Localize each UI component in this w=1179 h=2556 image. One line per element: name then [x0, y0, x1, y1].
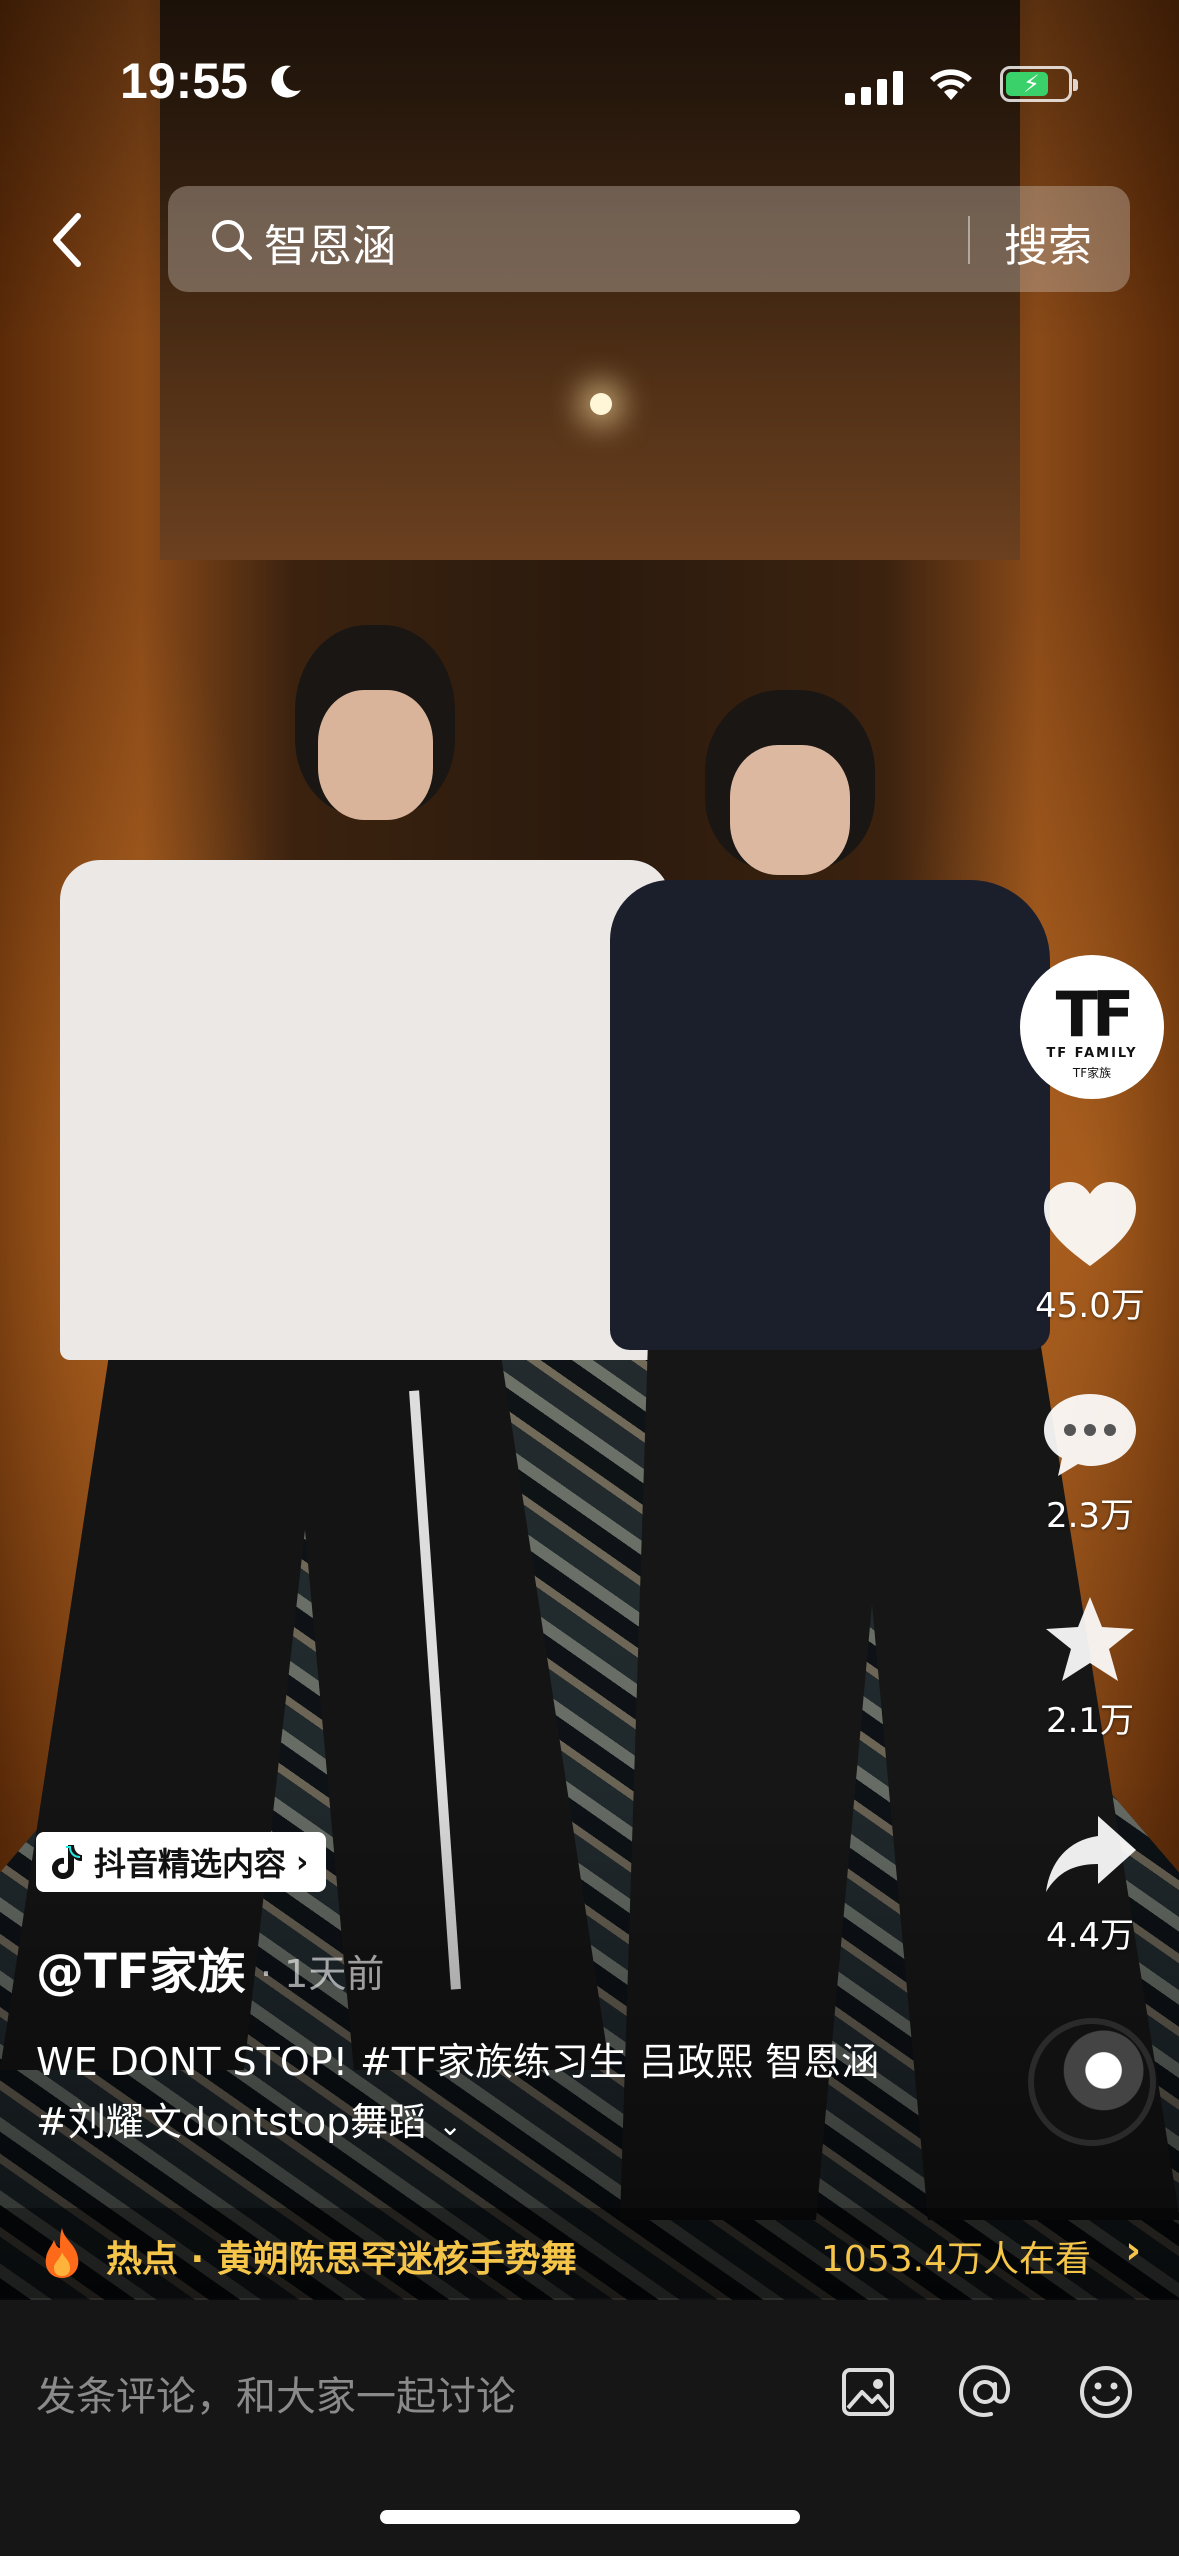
avatar-logo-sub-cn: TF家族: [1072, 1066, 1112, 1080]
avatar-logo-sub-en: TF FAMILY: [1046, 1046, 1138, 1061]
status-bar: 19:55 ⚡: [0, 0, 1179, 170]
post-time: · 1天前: [260, 1952, 385, 1996]
charging-bolt-icon: ⚡: [1023, 70, 1040, 98]
search-bar[interactable]: 智恩涵 搜索: [168, 186, 1130, 292]
favorite-button[interactable]: 2.1万: [1010, 1595, 1170, 1742]
ceiling-light: [590, 393, 612, 415]
search-icon: [212, 220, 252, 260]
douyin-logo-icon: [52, 1845, 82, 1879]
cellular-signal-icon: [845, 67, 903, 105]
search-divider: [968, 216, 970, 264]
viewer-count: 1053.4万人在看: [821, 2239, 1091, 2280]
share-count: 4.4万: [1045, 1916, 1135, 1956]
featured-badge-label: 抖音精选内容: [94, 1845, 287, 1883]
home-indicator[interactable]: [380, 2510, 800, 2524]
music-disc[interactable]: [1028, 2018, 1156, 2146]
favorite-count: 2.1万: [1045, 1701, 1135, 1741]
expand-chevron-icon[interactable]: ⌄: [438, 2109, 461, 2142]
heart-icon: [1044, 1182, 1136, 1266]
dancer-right-face: [730, 745, 850, 875]
chevron-left-icon[interactable]: [44, 210, 94, 270]
battery-icon: ⚡: [1000, 66, 1078, 102]
dancer-right-shirt: [610, 880, 1050, 1350]
avatar-logo: TF: [1055, 978, 1135, 1051]
search-input[interactable]: 智恩涵: [264, 210, 396, 274]
comment-button[interactable]: 2.3万: [1010, 1390, 1170, 1537]
like-button[interactable]: 45.0万: [1010, 1180, 1170, 1327]
comment-count: 2.3万: [1045, 1496, 1135, 1536]
chevron-right-icon: ›: [1125, 2228, 1141, 2272]
dancer-left-shirt: [60, 860, 670, 1360]
flame-icon: [45, 2228, 79, 2278]
share-button[interactable]: 4.4万: [1010, 1810, 1170, 1957]
status-time: 19:55: [120, 53, 248, 109]
image-icon[interactable]: [838, 2362, 898, 2422]
share-arrow-icon: [1046, 1816, 1136, 1892]
chat-bubble-icon: [1044, 1394, 1136, 1476]
author-avatar[interactable]: TF TF FAMILY TF家族: [1020, 955, 1164, 1099]
star-icon: [1046, 1597, 1134, 1681]
hot-topic-banner[interactable]: 热点 · 黄朔陈思罕迷核手势舞 1053.4万人在看 ›: [0, 2208, 1179, 2298]
chevron-right-icon: ›: [296, 1844, 309, 1880]
featured-badge[interactable]: 抖音精选内容 ›: [36, 1832, 327, 1892]
hot-topic-text: 热点 · 黄朔陈思罕迷核手势舞: [106, 2239, 577, 2280]
at-icon[interactable]: [955, 2362, 1015, 2422]
dancer-left-face: [318, 690, 433, 820]
author-name[interactable]: @TF家族: [36, 1932, 246, 2002]
wifi-icon: [930, 69, 972, 100]
video-description[interactable]: WE DONT STOP! #TF家族练习生 吕政熙 智恩涵 #刘耀文donts…: [36, 2032, 916, 2156]
comment-input[interactable]: 发条评论，和大家一起讨论: [36, 2364, 516, 2422]
emoji-icon[interactable]: [1076, 2362, 1136, 2422]
moon-icon: [271, 65, 301, 98]
search-button[interactable]: 搜索: [1004, 210, 1092, 274]
like-count: 45.0万: [1035, 1286, 1145, 1326]
